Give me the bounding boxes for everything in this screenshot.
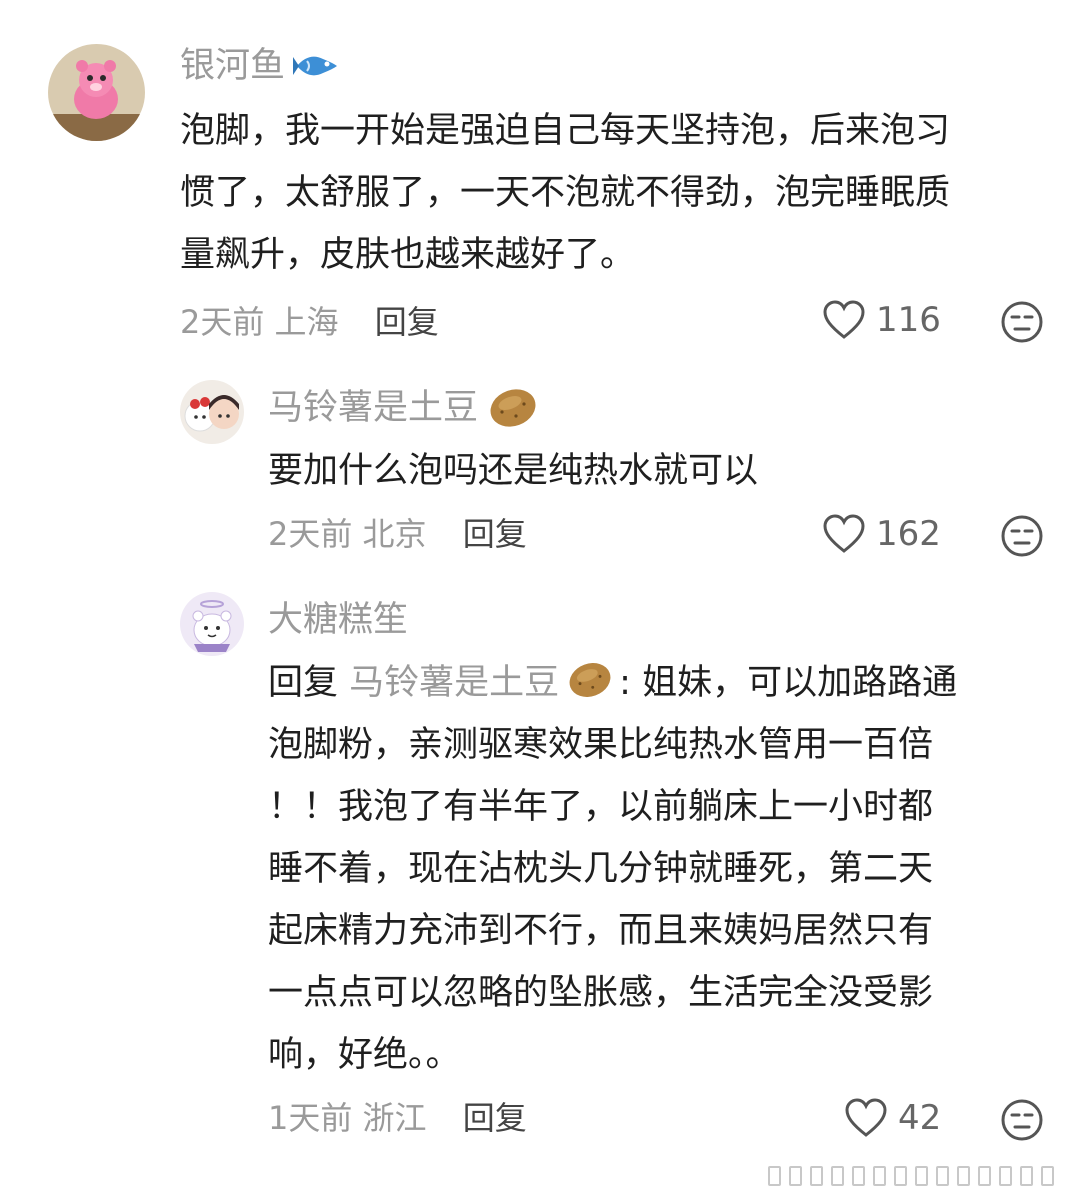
reply-prefix: 回复 — [268, 663, 339, 703]
like-button[interactable]: 116 — [822, 300, 941, 340]
potato-icon — [565, 660, 615, 700]
comment-line: 起床精力充沛到不行，而且来姨妈居然只有 — [268, 911, 934, 951]
comment-meta: 1天前 浙江 回复 — [268, 1098, 527, 1138]
dislike-face-icon[interactable] — [1000, 514, 1044, 558]
comment-first-line: 回复 马铃薯是土豆 : 姐妹，可以加路路通 — [268, 652, 1048, 714]
comment-meta: 2天前 上海 回复 — [180, 302, 439, 342]
username-text[interactable]: 马铃薯是土豆 — [268, 386, 478, 430]
like-count: 42 — [898, 1098, 942, 1138]
dislike-face-icon[interactable] — [1000, 1098, 1044, 1142]
comment-meta: 2天前 北京 回复 — [268, 514, 527, 554]
reply-text-start: : 姐妹，可以加路路通 — [619, 663, 958, 703]
comment-line: ！！我泡了有半年了，以前躺床上一小时都 — [268, 787, 934, 827]
timestamp: 2天前 — [180, 303, 265, 341]
location: 北京 — [362, 515, 427, 553]
location: 上海 — [274, 303, 339, 341]
username-text[interactable]: 大糖糕笙 — [268, 598, 408, 642]
timestamp: 1天前 — [268, 1099, 353, 1137]
comment-line: 响，好绝。。 — [268, 1035, 461, 1075]
timestamp: 2天前 — [268, 515, 353, 553]
comment-line: 泡脚粉，亲测驱寒效果比纯热水管用一百倍 — [268, 725, 934, 765]
avatar[interactable] — [180, 592, 244, 656]
watermark-marks — [768, 1166, 1054, 1186]
heart-icon — [822, 514, 866, 554]
username-text[interactable]: 银河鱼 — [180, 44, 285, 88]
fish-icon — [293, 49, 339, 83]
comment-line: 量飙升，皮肤也越来越好了。 — [180, 235, 636, 275]
comment-line: 泡脚，我一开始是强迫自己每天坚持泡，后来泡习 — [180, 111, 951, 151]
comment-line: 睡不着，现在沾枕头几分钟就睡死，第二天 — [268, 849, 934, 889]
reply-button[interactable]: 回复 — [375, 303, 439, 341]
username[interactable]: 马铃薯是土豆 — [268, 386, 540, 430]
username[interactable]: 大糖糕笙 — [268, 598, 408, 642]
reply-button[interactable]: 回复 — [463, 515, 527, 553]
avatar[interactable] — [48, 44, 145, 141]
reply-button[interactable]: 回复 — [463, 1099, 527, 1137]
comment-line: 惯了，太舒服了，一天不泡就不得劲，泡完睡眠质 — [180, 173, 951, 213]
reply-to-username[interactable]: 马铃薯是土豆 — [349, 663, 559, 703]
comment-line: 一点点可以忽略的坠胀感，生活完全没受影 — [268, 973, 934, 1013]
location: 浙江 — [362, 1099, 427, 1137]
potato-icon — [486, 386, 540, 430]
like-button[interactable]: 162 — [822, 514, 941, 554]
username[interactable]: 银河鱼 — [180, 44, 339, 88]
comment-line: 要加什么泡吗还是纯热水就可以 — [268, 451, 759, 491]
like-count: 116 — [876, 300, 941, 340]
like-count: 162 — [876, 514, 941, 554]
heart-icon — [822, 300, 866, 340]
like-button[interactable]: 42 — [844, 1098, 941, 1138]
heart-icon — [844, 1098, 888, 1138]
avatar[interactable] — [180, 380, 244, 444]
dislike-face-icon[interactable] — [1000, 300, 1044, 344]
